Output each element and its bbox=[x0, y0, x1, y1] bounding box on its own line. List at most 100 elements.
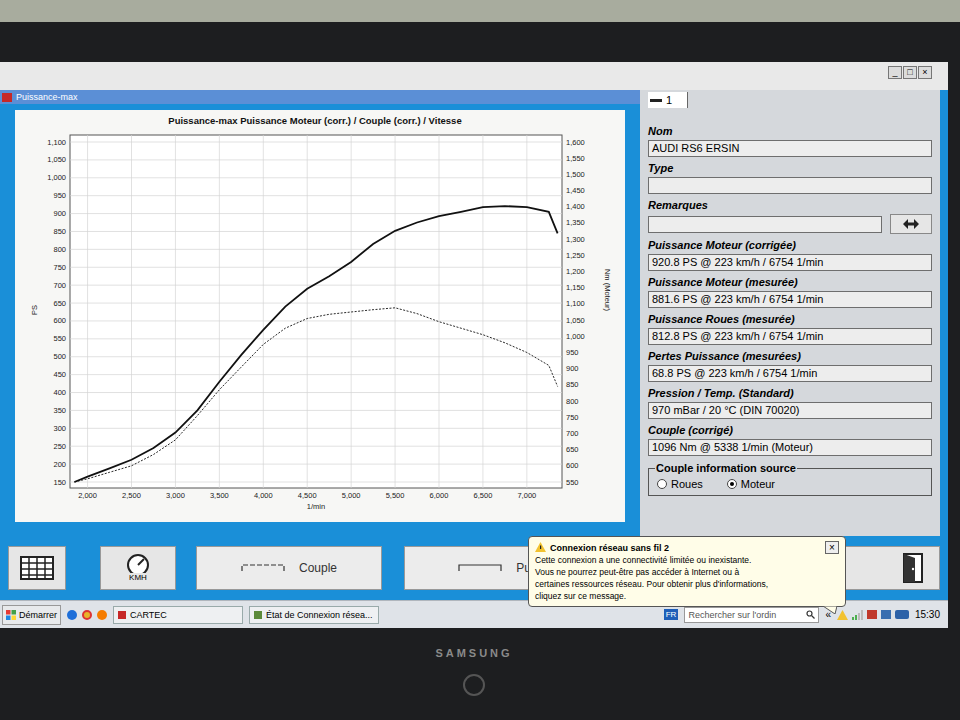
chart-title: Puissance-max Puissance Moteur (corr.) /… bbox=[168, 115, 461, 126]
search-box[interactable]: Rechercher sur l'ordin bbox=[684, 607, 819, 623]
x-tick: 3,500 bbox=[210, 491, 229, 500]
y-left-tick: 200 bbox=[53, 460, 66, 469]
y-right-tick: 850 bbox=[566, 380, 579, 389]
field-label: Nom bbox=[648, 124, 932, 138]
wall bbox=[0, 0, 960, 22]
clock: 15:30 bbox=[915, 609, 946, 621]
start-button[interactable]: Démarrer bbox=[2, 605, 61, 625]
volume-icon[interactable] bbox=[881, 610, 891, 619]
notification-line: cliquez sur ce message. bbox=[535, 591, 839, 602]
y-right-tick: 550 bbox=[566, 478, 579, 487]
grid-line bbox=[70, 213, 562, 214]
y-left-tick: 900 bbox=[53, 209, 66, 218]
field: Puissance Moteur (mesurée) 881.6 PS @ 223… bbox=[648, 275, 932, 308]
y-right-tick: 600 bbox=[566, 461, 579, 470]
panel-tab[interactable]: 1 bbox=[648, 92, 688, 108]
taskbar-item[interactable]: CARTEC bbox=[113, 606, 243, 624]
field: Puissance Moteur (corrigée)920.8 PS @ 22… bbox=[648, 238, 932, 271]
y-right-tick: 750 bbox=[566, 413, 579, 422]
quick-launch bbox=[67, 610, 107, 620]
y-right-tick: 1,350 bbox=[566, 218, 585, 227]
window-control[interactable]: _ bbox=[888, 66, 902, 79]
table-icon bbox=[20, 556, 54, 580]
speed-button[interactable]: KMH bbox=[100, 546, 176, 590]
field-value[interactable] bbox=[648, 216, 882, 233]
dashed-line-icon bbox=[241, 562, 285, 574]
y-left-tick: 1,000 bbox=[47, 173, 66, 182]
y-right-tick: 1,400 bbox=[566, 202, 585, 211]
grid-line bbox=[70, 320, 562, 321]
power-button[interactable] bbox=[463, 674, 485, 696]
y-left-tick: 650 bbox=[53, 299, 66, 308]
grid-line bbox=[70, 428, 562, 429]
y-right-tick: 1,250 bbox=[566, 251, 585, 260]
grid-line bbox=[219, 135, 220, 488]
window-titlebar: Puissance-max bbox=[0, 90, 640, 104]
explorer-icon[interactable] bbox=[67, 610, 77, 620]
torque-legend-button[interactable]: Couple bbox=[196, 546, 382, 590]
tray-icons bbox=[837, 610, 909, 620]
y-right-tick: 1,000 bbox=[566, 332, 585, 341]
taskbar-item[interactable]: État de Connexion résea... bbox=[249, 606, 379, 624]
grid-line bbox=[351, 135, 352, 488]
exit-door-icon bbox=[901, 553, 927, 583]
field-value[interactable]: 812.8 PS @ 223 km/h / 6754 1/min bbox=[648, 328, 932, 345]
y-left-tick: 500 bbox=[53, 352, 66, 361]
exit-button[interactable] bbox=[840, 546, 940, 590]
torque-source-group: Couple information sourceRouesMoteur bbox=[648, 468, 932, 496]
field-value[interactable]: 1096 Nm @ 5338 1/min (Moteur) bbox=[648, 439, 932, 456]
y-right-tick: 1,150 bbox=[566, 283, 585, 292]
signal-icon[interactable] bbox=[852, 610, 863, 620]
y-left-tick: 250 bbox=[53, 442, 66, 451]
firefox-icon[interactable] bbox=[97, 610, 107, 620]
x-tick: 3,000 bbox=[166, 491, 185, 500]
grid-line bbox=[70, 374, 562, 375]
grid-line bbox=[482, 135, 483, 488]
grid-line bbox=[70, 195, 562, 196]
x-tick: 4,000 bbox=[254, 491, 273, 500]
field-value[interactable]: 881.6 PS @ 223 km/h / 6754 1/min bbox=[648, 291, 932, 308]
y-right-tick: 800 bbox=[566, 397, 579, 406]
grid-line bbox=[70, 338, 562, 339]
window-control[interactable]: □ bbox=[903, 66, 917, 79]
remarks-button[interactable] bbox=[890, 214, 932, 234]
field: Couple (corrigé)1096 Nm @ 5338 1/min (Mo… bbox=[648, 423, 932, 456]
table-button[interactable] bbox=[8, 546, 66, 590]
y-right-tick: 950 bbox=[566, 348, 579, 357]
language-badge[interactable]: FR bbox=[664, 609, 679, 620]
y-right-tick: 1,600 bbox=[566, 138, 585, 147]
field-value[interactable] bbox=[648, 177, 932, 194]
device-icon[interactable] bbox=[895, 610, 909, 619]
monitor-bezel-bottom: SAMSUNG bbox=[0, 628, 948, 720]
y-right-tick: 1,200 bbox=[566, 267, 585, 276]
radio-option[interactable]: Roues bbox=[657, 477, 703, 491]
grid-line bbox=[70, 267, 562, 268]
notification-close[interactable]: × bbox=[825, 541, 839, 554]
grid-line bbox=[70, 159, 562, 160]
power-line bbox=[74, 206, 557, 482]
window-control[interactable]: × bbox=[918, 66, 932, 79]
y-left-tick: 550 bbox=[53, 334, 66, 343]
x-tick: 6,000 bbox=[430, 491, 449, 500]
network-icon[interactable] bbox=[867, 610, 877, 619]
notification-balloon[interactable]: Connexion réseau sans fil 2×Cette connex… bbox=[528, 536, 846, 607]
grid-line bbox=[439, 135, 440, 488]
warning-icon[interactable] bbox=[837, 610, 848, 620]
y-left-tick: 1,050 bbox=[47, 155, 66, 164]
app-frame-bar: _□× bbox=[0, 62, 948, 90]
radio-option[interactable]: Moteur bbox=[727, 477, 775, 491]
chrome-icon[interactable] bbox=[82, 610, 92, 620]
grid-line bbox=[87, 135, 88, 488]
field-label: Puissance Moteur (mesurée) bbox=[648, 275, 932, 289]
y-right-tick: 1,050 bbox=[566, 316, 585, 325]
grid-line bbox=[70, 177, 562, 178]
field-value[interactable]: 970 mBar / 20 °C (DIN 70020) bbox=[648, 402, 932, 419]
field-value[interactable]: 68.8 PS @ 223 km/h / 6754 1/min bbox=[648, 365, 932, 382]
grid-line bbox=[70, 142, 562, 143]
monitor-bezel-top bbox=[0, 22, 960, 62]
grid-line bbox=[395, 135, 396, 488]
x-tick: 4,500 bbox=[298, 491, 317, 500]
field-value[interactable]: AUDI RS6 ERSIN bbox=[648, 140, 932, 157]
arrows-icon bbox=[903, 219, 919, 229]
field-value[interactable]: 920.8 PS @ 223 km/h / 6754 1/min bbox=[648, 254, 932, 271]
